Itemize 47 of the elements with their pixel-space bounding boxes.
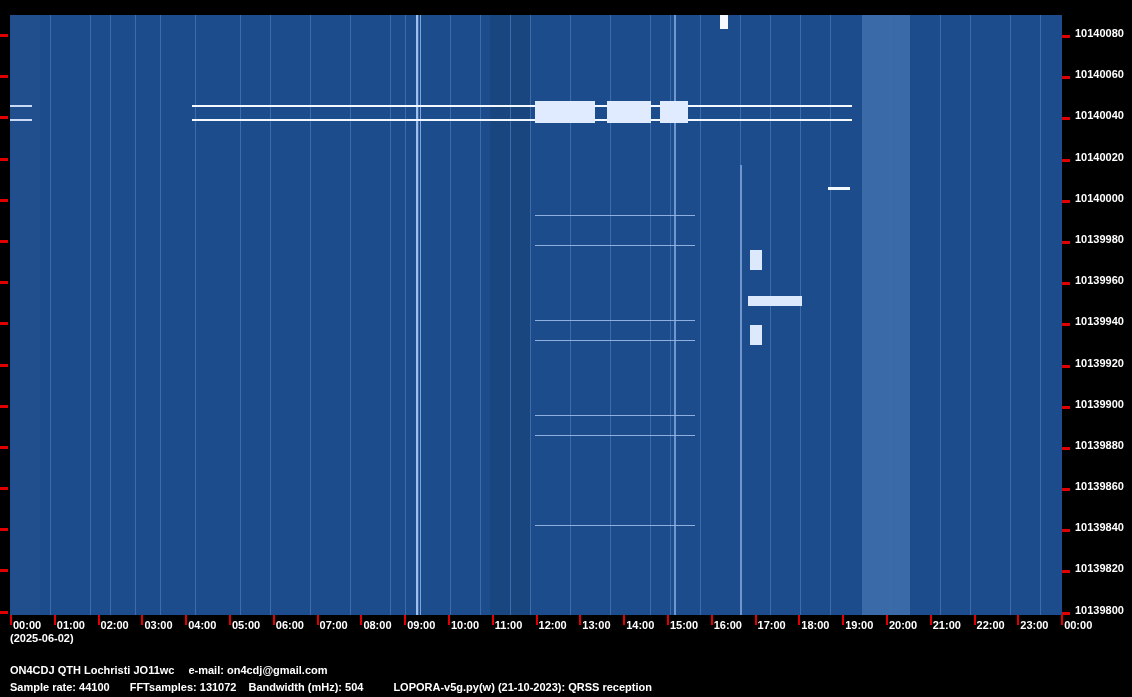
- time-label: 22:00: [976, 620, 1005, 631]
- frequency-label: 10139920: [1075, 357, 1124, 369]
- time-label: 00:00: [1064, 620, 1093, 631]
- time-label: 14:00: [626, 620, 655, 631]
- time-label: 12:00: [538, 620, 567, 631]
- time-label: 06:00: [275, 620, 304, 631]
- frequency-label: 10139860: [1075, 481, 1124, 493]
- time-label: 10:00: [450, 620, 480, 631]
- time-label: 20:00: [888, 620, 918, 631]
- date-label: (2025-06-02): [10, 632, 74, 645]
- frequency-label: 10139800: [1075, 604, 1124, 616]
- frequency-label: 10140060: [1075, 69, 1124, 81]
- frequency-label: 10140040: [1075, 110, 1124, 122]
- frequency-label: 10139940: [1075, 316, 1124, 328]
- time-label: 02:00: [100, 620, 129, 631]
- time-label: 01:00: [56, 620, 85, 631]
- time-label: 03:00: [144, 620, 173, 631]
- time-label: 11:00: [494, 620, 523, 631]
- time-label: 16:00: [713, 620, 742, 631]
- frequency-label: 10139900: [1075, 398, 1124, 410]
- time-label: 15:00: [669, 620, 699, 631]
- time-label: 18:00: [801, 620, 830, 631]
- time-label: 23:00: [1020, 620, 1049, 631]
- fft-samples-text: FFTsamples: 131072: [129, 681, 237, 694]
- time-label: 08:00: [363, 620, 392, 631]
- email-text: e-mail: on4cdj@gmail.com: [188, 664, 328, 677]
- time-label: 21:00: [932, 620, 961, 631]
- frequency-label: 10139980: [1075, 233, 1124, 245]
- time-label: 04:00: [188, 620, 217, 631]
- software-info: LOPORA-v5g.py(w) (21-10-2023): QRSS reception: [393, 681, 652, 694]
- frequency-label: 10139840: [1075, 522, 1124, 534]
- frequency-label: 10139880: [1075, 439, 1124, 451]
- time-label: 19:00: [845, 620, 874, 631]
- station-info: ON4CDJ QTH Lochristi JO11wc: [10, 664, 175, 677]
- time-label: 13:00: [582, 620, 611, 631]
- frequency-label: 10140020: [1075, 151, 1124, 163]
- time-label: 00:00: [13, 620, 42, 631]
- time-label: 17:00: [757, 620, 786, 631]
- bandwidth-text: Bandwidth (mHz): 504: [248, 681, 364, 694]
- frequency-label: 10139960: [1075, 275, 1124, 287]
- time-label: 07:00: [319, 620, 348, 631]
- frequency-label: 10139820: [1075, 563, 1124, 575]
- frequency-label: 10140080: [1075, 28, 1124, 39]
- time-label: 09:00: [407, 620, 436, 631]
- sample-rate-text: Sample rate: 44100: [10, 681, 110, 694]
- frequency-label: 10140000: [1075, 192, 1124, 204]
- time-label: 05:00: [232, 620, 261, 631]
